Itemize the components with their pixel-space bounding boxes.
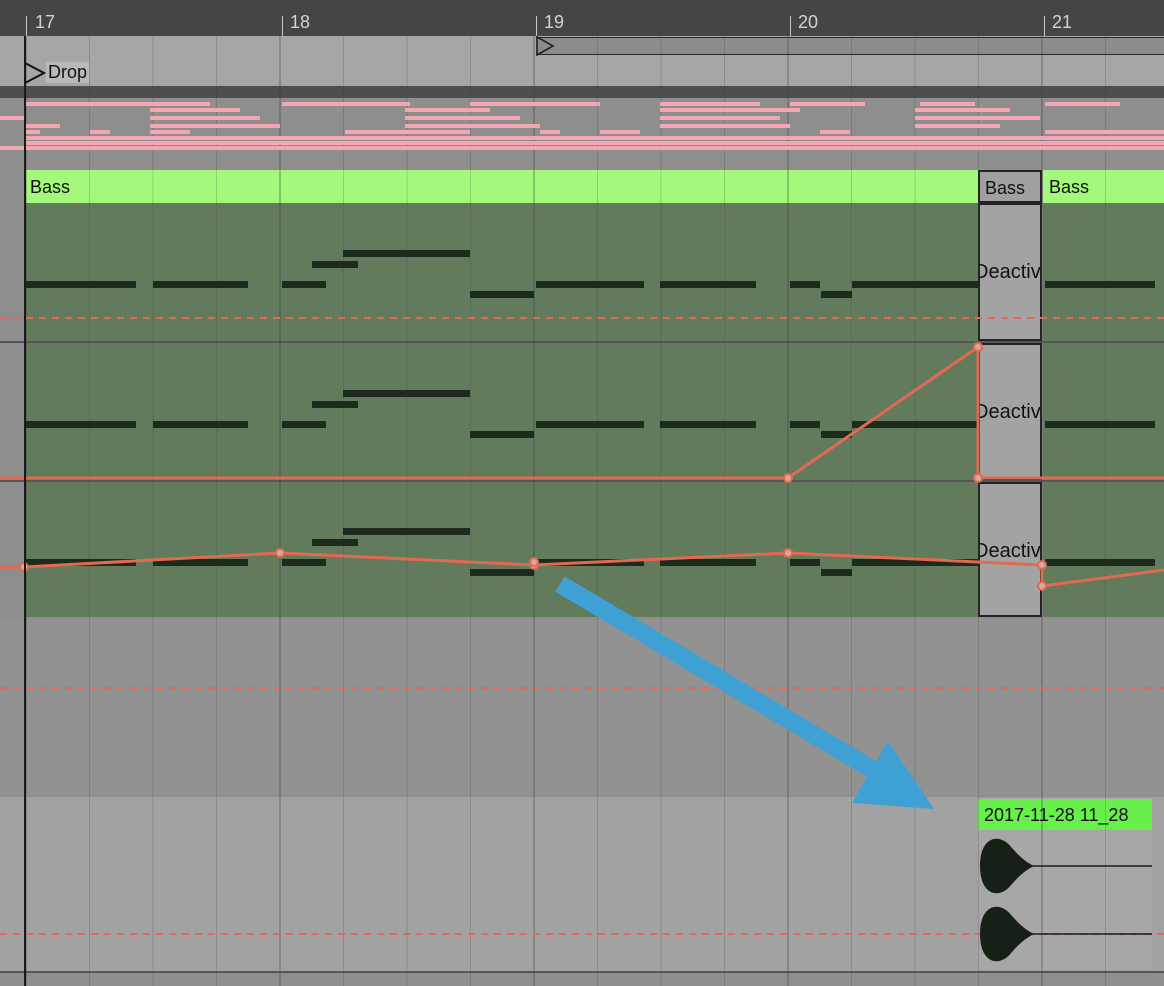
automation-breakpoint	[783, 473, 793, 483]
automation-breakpoint	[529, 557, 539, 567]
overview-note	[790, 102, 865, 106]
overview-note	[26, 141, 1164, 145]
overlay-graphics	[0, 35, 1164, 986]
waveform	[980, 838, 1034, 962]
grid-lines	[25, 36, 1106, 986]
overview-notes	[0, 102, 1164, 150]
midi-note	[312, 401, 358, 408]
loop-brace-icon[interactable]	[536, 35, 555, 57]
overview-note	[1045, 102, 1120, 106]
overview-note	[0, 116, 24, 120]
midi-note	[660, 421, 756, 428]
midi-note	[790, 421, 820, 428]
overview-note	[405, 116, 520, 120]
midi-note	[821, 291, 852, 298]
overview-note	[660, 116, 780, 120]
overview-note	[150, 124, 280, 128]
triangle-play-icon[interactable]	[24, 61, 47, 85]
automation-breakpoint	[783, 548, 793, 558]
automation-line-lane-3[interactable]	[0, 551, 1164, 588]
automation-breakpoint	[973, 473, 983, 483]
automation-breakpoints	[19, 342, 1047, 591]
overview-note	[90, 130, 110, 134]
midi-note	[282, 559, 326, 566]
overview-note	[405, 108, 490, 112]
midi-note	[343, 390, 470, 397]
overview-note	[1045, 130, 1164, 134]
overview-note	[282, 102, 410, 106]
midi-note	[26, 421, 136, 428]
overview-note	[0, 146, 1164, 150]
overview-note	[26, 130, 40, 134]
midi-note	[312, 261, 358, 268]
overview-note	[540, 130, 560, 134]
midi-note	[660, 559, 756, 566]
midi-note	[1045, 421, 1155, 428]
midi-note	[1045, 281, 1155, 288]
midi-note	[790, 281, 820, 288]
midi-note	[852, 281, 978, 288]
overview-note	[915, 124, 1000, 128]
annotation-arrow-icon	[555, 576, 934, 809]
arrangement-view: 17 18 19 20 21 Drop Bass Bass Deactiv De…	[0, 0, 1164, 986]
overview-note	[405, 124, 540, 128]
midi-note	[470, 569, 534, 576]
overview-note	[660, 102, 760, 106]
midi-note	[282, 421, 326, 428]
midi-note	[660, 281, 756, 288]
overview-note	[26, 102, 210, 106]
automation-breakpoint	[275, 548, 285, 558]
overview-note	[150, 116, 260, 120]
midi-note	[536, 421, 644, 428]
overview-note	[600, 130, 640, 134]
overview-note	[920, 102, 975, 106]
automation-breakpoint	[973, 342, 983, 352]
automation-breakpoint	[1037, 560, 1047, 570]
midi-note	[312, 539, 358, 546]
midi-note	[790, 559, 820, 566]
midi-note	[1045, 559, 1155, 566]
overview-note	[26, 124, 60, 128]
overview-note	[915, 116, 1040, 120]
automation-line-lane-2[interactable]	[0, 344, 1164, 480]
midi-note	[153, 281, 248, 288]
overview-note	[915, 108, 1010, 112]
midi-note	[536, 281, 644, 288]
waveform-shape	[980, 906, 1034, 962]
overview-note	[26, 136, 1164, 140]
midi-note	[821, 569, 852, 576]
overview-note	[345, 130, 470, 134]
overview-note	[150, 108, 240, 112]
playhead[interactable]	[24, 36, 26, 986]
midi-note	[282, 281, 326, 288]
midi-note	[470, 431, 534, 438]
midi-note	[470, 291, 534, 298]
automation-breakpoint	[1037, 581, 1047, 591]
overview-note	[660, 124, 790, 128]
midi-notes	[26, 250, 1155, 576]
midi-note	[343, 250, 470, 257]
waveform-shape	[980, 838, 1034, 894]
midi-note	[26, 281, 136, 288]
midi-note	[343, 528, 470, 535]
overview-note	[470, 102, 600, 106]
overview-note	[660, 108, 800, 112]
midi-note	[153, 421, 248, 428]
overview-note	[820, 130, 850, 134]
overview-note	[150, 130, 190, 134]
